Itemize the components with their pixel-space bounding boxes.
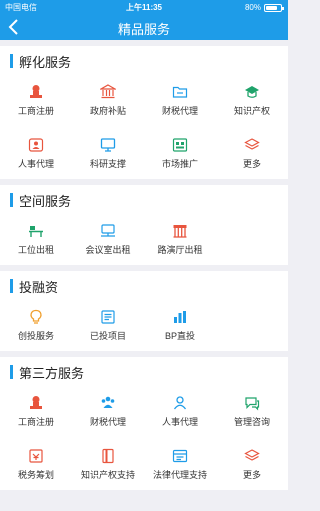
section-title: 空间服务: [10, 191, 71, 209]
service-item[interactable]: 科研支撑: [72, 137, 144, 170]
service-item[interactable]: 工商注册: [0, 84, 72, 117]
stamp-icon: [30, 85, 42, 98]
service-label: 税务筹划: [17, 470, 54, 480]
service-item[interactable]: 财税代理: [72, 395, 144, 428]
service-label: 知识产权: [233, 106, 270, 116]
service-label: 路演厅出租: [157, 245, 203, 255]
service-item[interactable]: 工商注册: [0, 395, 72, 428]
service-item[interactable]: 法律代理支持: [144, 448, 216, 481]
service-label: 会议室出租: [85, 245, 131, 255]
service-label: 财税代理: [161, 106, 198, 116]
service-label: 知识产权支持: [80, 470, 135, 480]
service-label: 工商注册: [17, 106, 54, 116]
layers-icon: [244, 449, 260, 461]
service-item[interactable]: 更多: [216, 137, 288, 170]
section-accent-bar: [10, 365, 13, 379]
folder-icon: [172, 86, 188, 98]
monitor-icon: [100, 138, 116, 152]
group-icon: [101, 396, 115, 408]
service-label: 创投服务: [17, 331, 54, 341]
section-title-text: 投融资: [19, 279, 59, 295]
government-icon: [100, 84, 116, 99]
graduation-cap-icon: [245, 86, 259, 98]
service-item[interactable]: 财税代理: [144, 84, 216, 117]
service-item[interactable]: BP直投: [144, 309, 216, 342]
section-investment: 投融资 创投服务 已投项目 BP直投: [0, 271, 288, 351]
tax-icon: [29, 449, 43, 463]
section-title: 孵化服务: [10, 52, 71, 70]
service-label: 工位出租: [17, 245, 54, 255]
book-icon: [102, 448, 114, 464]
service-label: 管理咨询: [233, 417, 270, 427]
service-item[interactable]: 知识产权: [216, 84, 288, 117]
service-label: 已投项目: [89, 331, 126, 341]
chat-icon: [245, 397, 260, 411]
service-item[interactable]: 税务筹划: [0, 448, 72, 481]
section-title: 第三方服务: [10, 363, 84, 381]
service-label: 财税代理: [89, 417, 126, 427]
service-item[interactable]: 会议室出租: [72, 223, 144, 256]
meeting-icon: [101, 224, 115, 237]
app-header: 中国电信 上午11:35 80% 精品服务: [0, 0, 288, 40]
section-title-text: 第三方服务: [19, 365, 85, 381]
section-accent-bar: [10, 54, 13, 68]
chart-icon: [174, 311, 186, 323]
service-item[interactable]: 管理咨询: [216, 395, 288, 428]
service-label: 政府补贴: [89, 106, 126, 116]
service-item[interactable]: 路演厅出租: [144, 223, 216, 256]
layers-icon: [244, 138, 260, 150]
lightbulb-icon: [30, 309, 42, 324]
section-title-text: 孵化服务: [19, 54, 72, 70]
service-item[interactable]: 市场推广: [144, 137, 216, 170]
desk-icon: [29, 226, 43, 237]
section-third-party: 第三方服务 工商注册 财税代理 人事代理 管理咨询 税务筹划 知识产权支持 法律…: [0, 357, 288, 490]
service-label: 市场推广: [161, 159, 198, 169]
stamp-icon: [30, 396, 42, 409]
service-label: BP直投: [164, 331, 195, 341]
service-item[interactable]: 创投服务: [0, 309, 72, 342]
hall-icon: [173, 225, 187, 238]
service-label: 更多: [242, 470, 261, 480]
battery-icon: [264, 3, 284, 12]
page-title: 精品服务: [117, 22, 170, 37]
market-icon: [172, 138, 188, 152]
service-item[interactable]: 更多: [216, 448, 288, 481]
service-label: 更多: [242, 159, 261, 169]
status-right: 80%: [244, 1, 284, 14]
service-label: 人事代理: [17, 159, 54, 169]
section-space: 空间服务 工位出租 会议室出租 路演厅出租: [0, 185, 288, 265]
user-icon: [173, 396, 187, 410]
hr-icon: [28, 138, 44, 152]
section-accent-bar: [10, 193, 13, 207]
section-incubation: 孵化服务 工商注册 政府补贴 财税代理 知识产权 人事代理 科研支撑 市场推广 …: [0, 46, 288, 179]
section-title: 投融资: [10, 277, 58, 295]
section-accent-bar: [10, 279, 13, 293]
service-label: 科研支撑: [89, 159, 126, 169]
service-item[interactable]: 人事代理: [144, 395, 216, 428]
battery-fill: [266, 5, 278, 10]
document-icon: [101, 310, 115, 324]
battery-percent: 80%: [244, 3, 261, 12]
service-label: 人事代理: [161, 417, 198, 427]
nav-bar: 精品服务: [0, 14, 288, 40]
service-item[interactable]: 工位出租: [0, 223, 72, 256]
law-icon: [172, 449, 188, 463]
status-bar: 中国电信 上午11:35 80%: [0, 1, 288, 14]
service-label: 工商注册: [17, 417, 54, 427]
service-label: 法律代理支持: [152, 470, 207, 480]
section-title-text: 空间服务: [19, 193, 72, 209]
service-item[interactable]: 人事代理: [0, 137, 72, 170]
service-item[interactable]: 政府补贴: [72, 84, 144, 117]
service-item[interactable]: 知识产权支持: [72, 448, 144, 481]
service-item[interactable]: 已投项目: [72, 309, 144, 342]
